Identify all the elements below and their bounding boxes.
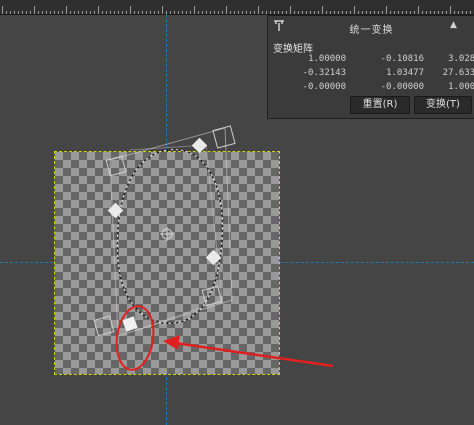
transform-matrix: 1.00000 -0.10816 3.02856 -0.32143 1.0347… [268, 54, 474, 96]
matrix-section-label: 变换矩阵 [273, 44, 313, 55]
right-scale-handle[interactable] [205, 249, 222, 266]
corner-shear-handle[interactable] [122, 316, 138, 332]
highlight-circle [115, 305, 155, 371]
reset-button[interactable]: 重置(R) [350, 96, 410, 114]
top-scale-handle[interactable] [191, 137, 208, 154]
left-scale-handle[interactable] [107, 202, 124, 219]
annotation-arrow-head [163, 335, 180, 350]
transform-button[interactable]: 变换(T) [414, 96, 472, 114]
matrix-cell: 1.03477 [386, 68, 424, 78]
matrix-row: 1.00000 -0.10816 3.02856 [268, 54, 474, 68]
matrix-cell: 3.02856 [448, 54, 474, 64]
matrix-row: -0.00000 -0.00000 1.00000 [268, 82, 474, 96]
matrix-cell: -0.10816 [380, 54, 424, 64]
pivot-crosshair[interactable] [160, 227, 174, 241]
top-left-frame-handle[interactable] [105, 155, 127, 177]
bottom-left-frame-handle[interactable] [93, 315, 115, 337]
matrix-row: -0.32143 1.03477 27.63368 [268, 68, 474, 82]
transform-grid-lines [109, 127, 233, 337]
matrix-cell: 27.63368 [442, 68, 474, 78]
annotation-arrow-line [174, 341, 334, 368]
matrix-cell: -0.00000 [380, 82, 424, 92]
pin-triangle-icon[interactable]: ▲ [450, 20, 457, 30]
top-right-rotate-handle[interactable] [212, 125, 236, 149]
matrix-cell: 1.00000 [308, 54, 346, 64]
selection-outline [116, 148, 224, 324]
matrix-cell: -0.32143 [302, 68, 346, 78]
dialog-title: 统一变换 [349, 25, 394, 36]
matrix-cell: 1.00000 [448, 82, 474, 92]
matrix-cell: -0.00000 [302, 82, 346, 92]
dialog-title-bar[interactable]: 统一变换 ▲ [268, 16, 474, 36]
unified-transform-dialog: 统一变换 ▲ 变换矩阵 1.00000 -0.10816 3.02856 -0.… [267, 15, 474, 119]
